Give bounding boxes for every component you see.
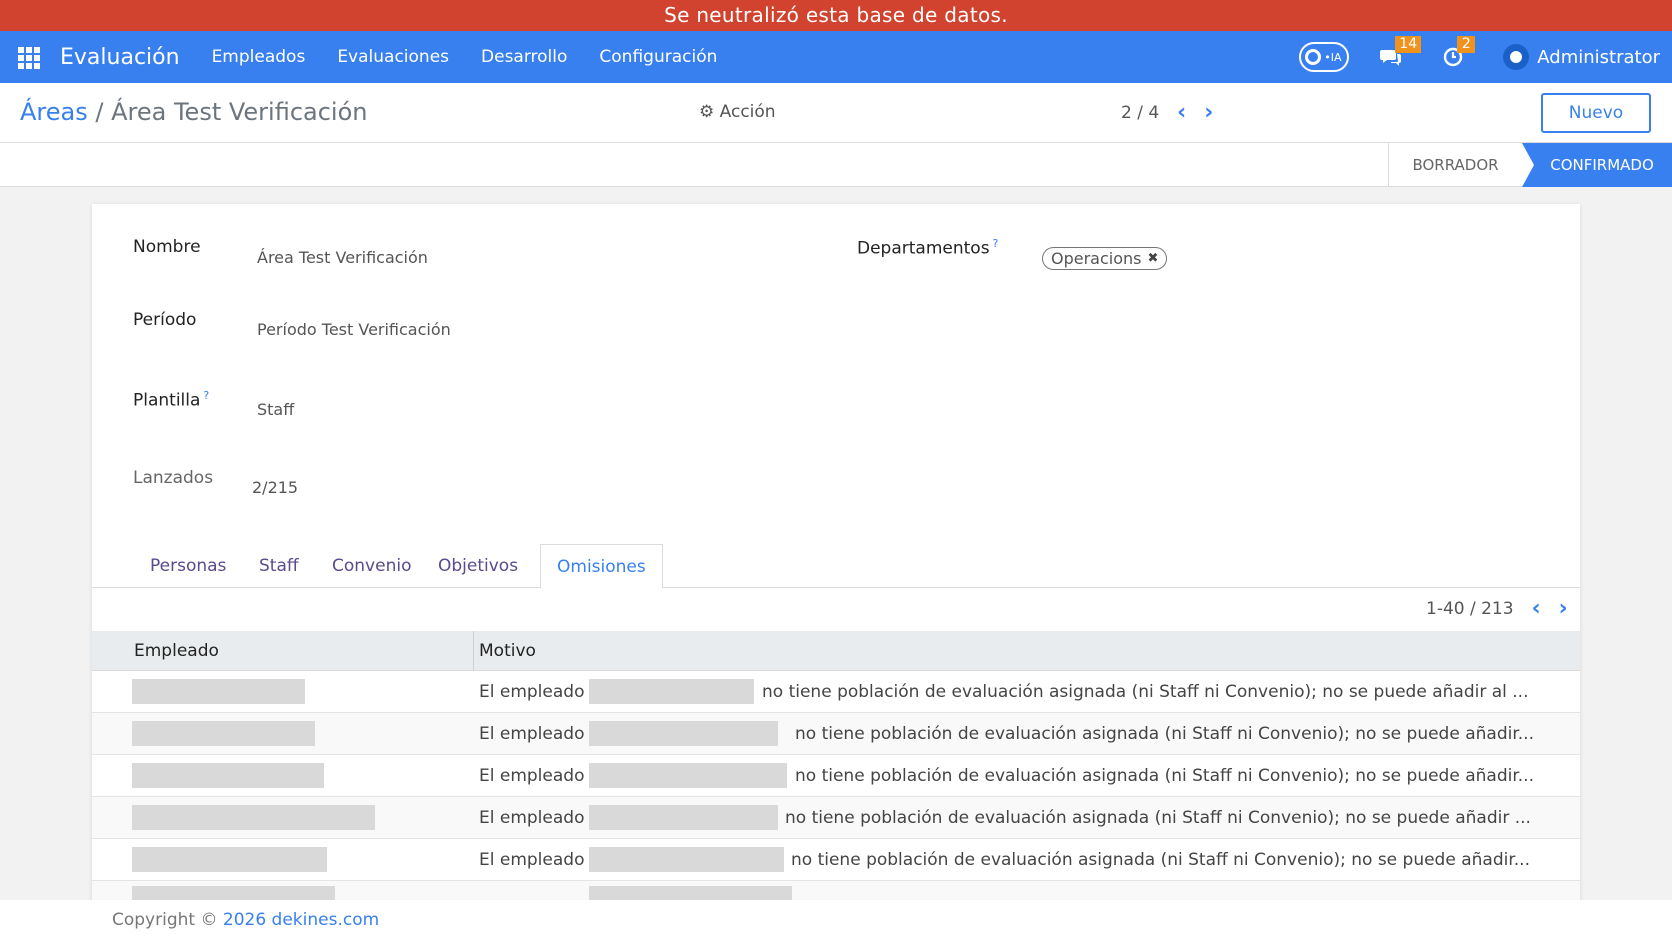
periodo-field[interactable]: Período Test Verificación (257, 320, 451, 339)
menu-configuracion[interactable]: Configuración (599, 47, 717, 67)
row-motivo-prefix: El empleado (479, 808, 585, 828)
app-name[interactable]: Evaluación (60, 45, 180, 70)
footer-link[interactable]: 2026 dekines.com (223, 910, 379, 930)
redacted-employee-name (132, 721, 315, 746)
lanzados-value: 2/215 (252, 478, 299, 497)
action-menu-button[interactable]: ⚙ Acción (699, 102, 776, 122)
status-bar: BORRADOR CONFIRMADO (0, 143, 1672, 187)
redacted-employee-name (132, 763, 324, 788)
lanzados-label: Lanzados (133, 468, 214, 488)
messages-button[interactable]: 14 (1379, 36, 1422, 69)
column-motivo[interactable]: Motivo (473, 631, 1580, 671)
row-motivo-prefix: El empleado (479, 766, 585, 786)
nombre-label: Nombre (133, 237, 201, 257)
stage-borrador[interactable]: BORRADOR (1388, 143, 1522, 187)
periodo-label: Período (133, 310, 197, 330)
avatar (1503, 44, 1530, 70)
gear-icon: ⚙ (699, 102, 715, 122)
activities-button[interactable]: 2 (1441, 36, 1476, 69)
table-header: Empleado Motivo (92, 631, 1580, 671)
ia-label: •IA (1324, 50, 1342, 64)
row-motivo-suffix: no tiene población de evaluación asignad… (795, 724, 1534, 744)
plantilla-field[interactable]: Staff (257, 400, 294, 419)
redacted-employee-name (132, 847, 327, 872)
breadcrumb: Áreas / Área Test Verificación (20, 98, 368, 126)
list-pager-value[interactable]: 1-40 / 213 (1426, 599, 1514, 619)
redacted-employee-name (132, 679, 305, 704)
plantilla-label-text: Plantilla (133, 390, 201, 411)
chevron-left-icon[interactable]: ‹ (1177, 102, 1186, 124)
menu-empleados[interactable]: Empleados (212, 47, 306, 67)
footer: Copyright © 2026 dekines.com (0, 900, 1672, 941)
chevron-right-icon[interactable]: › (1559, 598, 1568, 620)
row-motivo-suffix: no tiene población de evaluación asignad… (785, 808, 1531, 828)
copyright-text: Copyright © 2026 dekines.com (112, 910, 379, 930)
record-pager: 2 / 4 ‹ › (1121, 102, 1213, 124)
row-motivo-suffix: no tiene población de evaluación asignad… (791, 850, 1530, 870)
action-label: Acción (719, 102, 776, 122)
neutralized-database-banner: Se neutralizó esta base de datos. (0, 0, 1672, 31)
copyright-prefix: Copyright © (112, 910, 218, 930)
row-motivo-prefix: El empleado (479, 724, 585, 744)
messages-count-badge: 14 (1395, 36, 1422, 53)
record-pager-value[interactable]: 2 / 4 (1121, 103, 1159, 123)
table-row[interactable]: El empleado no tiene población de evalua… (92, 713, 1580, 755)
row-motivo-prefix: El empleado (479, 850, 585, 870)
breadcrumb-current: Área Test Verificación (111, 98, 368, 126)
apps-menu-icon[interactable] (18, 47, 40, 69)
tab-staff[interactable]: Staff (243, 544, 315, 588)
redacted-employee-name (589, 847, 784, 872)
tab-omisiones[interactable]: Omisiones (540, 544, 663, 589)
row-motivo-prefix: El empleado (479, 682, 585, 702)
notebook-tabs: Personas Staff Convenio Objetivos Omisio… (92, 544, 1580, 589)
stage-confirmado[interactable]: CONFIRMADO (1522, 143, 1672, 187)
breadcrumb-separator: / (95, 98, 104, 126)
redacted-employee-name (132, 805, 375, 830)
plantilla-label: Plantilla? (133, 389, 209, 411)
redacted-employee-name (589, 721, 778, 746)
user-name: Administrator (1537, 46, 1660, 68)
department-tag-label: Operacions (1051, 249, 1142, 268)
ia-toggle[interactable]: •IA (1299, 42, 1350, 72)
departamentos-label: Departamentos? (857, 237, 998, 259)
breadcrumb-areas-link[interactable]: Áreas (20, 98, 88, 126)
control-panel: Áreas / Área Test Verificación ⚙ Acción … (0, 83, 1672, 143)
tab-objetivos[interactable]: Objetivos (422, 544, 534, 588)
department-tag: Operacions ✖ (1042, 247, 1168, 270)
top-navbar: Evaluación Empleados Evaluaciones Desarr… (0, 31, 1672, 83)
redacted-employee-name (589, 679, 754, 704)
remove-tag-icon[interactable]: ✖ (1147, 251, 1158, 266)
chevron-left-icon[interactable]: ‹ (1532, 598, 1541, 620)
table-row[interactable]: El empleado no tiene población de evalua… (92, 797, 1580, 839)
column-empleado[interactable]: Empleado (134, 631, 474, 671)
tab-convenio[interactable]: Convenio (316, 544, 427, 588)
new-record-button[interactable]: Nuevo (1541, 93, 1651, 133)
help-icon[interactable]: ? (993, 237, 999, 250)
nombre-field[interactable]: Área Test Verificación (257, 248, 428, 267)
menu-evaluaciones[interactable]: Evaluaciones (337, 47, 449, 67)
departamentos-label-text: Departamentos (857, 238, 990, 259)
toggle-knob-icon (1305, 49, 1322, 65)
help-icon[interactable]: ? (203, 389, 209, 402)
tab-personas[interactable]: Personas (134, 544, 242, 588)
table-row[interactable]: El empleado no tiene población de evalua… (92, 671, 1580, 713)
table-row[interactable]: El empleado no tiene población de evalua… (92, 755, 1580, 797)
table-row[interactable]: El empleado no tiene población de evalua… (92, 839, 1580, 881)
list-pager: 1-40 / 213 ‹ › (1426, 598, 1568, 620)
form-sheet: Nombre Área Test Verificación Período Pe… (92, 204, 1580, 911)
chevron-right-icon[interactable]: › (1204, 102, 1213, 124)
menu-desarrollo[interactable]: Desarrollo (481, 47, 567, 67)
row-motivo-suffix: no tiene población de evaluación asignad… (762, 682, 1529, 702)
redacted-employee-name (589, 763, 787, 788)
user-menu[interactable]: Administrator (1503, 44, 1660, 70)
activities-count-badge: 2 (1457, 36, 1476, 53)
redacted-employee-name (589, 805, 778, 830)
row-motivo-suffix: no tiene población de evaluación asignad… (795, 766, 1534, 786)
